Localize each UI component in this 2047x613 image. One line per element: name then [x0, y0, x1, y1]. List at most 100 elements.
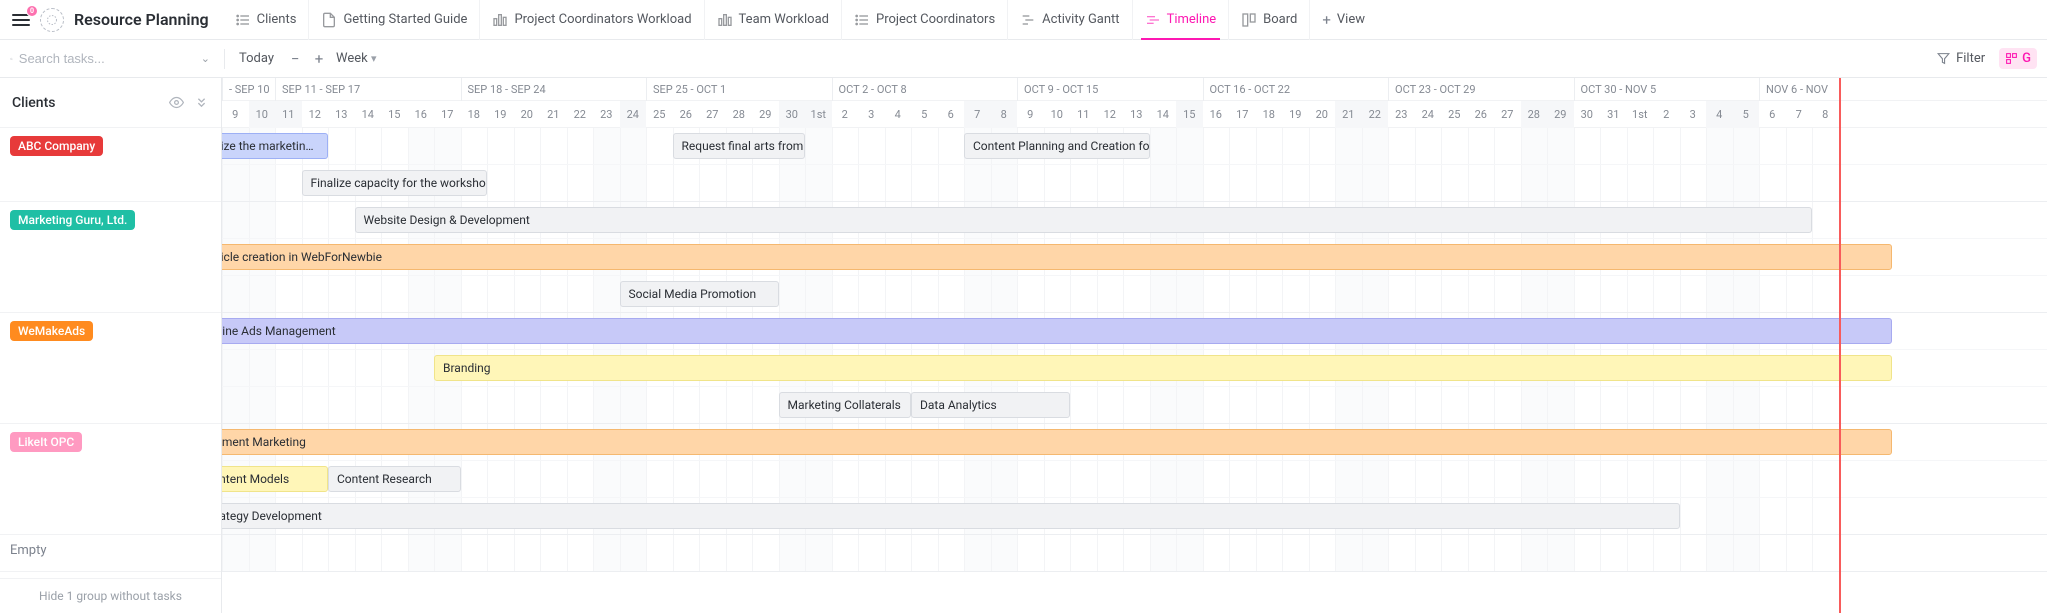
gantt-bar[interactable]: Moment Marketing	[222, 429, 1892, 455]
day-label[interactable]: 7	[1786, 101, 1813, 128]
add-view-button[interactable]: +View	[1309, 0, 1377, 40]
gantt-bar[interactable]: Data Analytics	[911, 392, 1070, 418]
zoom-out-button[interactable]: −	[288, 50, 302, 68]
day-label[interactable]: 28	[1521, 101, 1548, 128]
day-label[interactable]: 27	[1494, 101, 1521, 128]
day-label[interactable]: 23	[1388, 101, 1415, 128]
search-wrap[interactable]: ⌄	[10, 51, 210, 66]
day-label[interactable]: 27	[699, 101, 726, 128]
day-label[interactable]: 9	[222, 101, 249, 128]
sidebar-group[interactable]: WeMakeAds	[0, 313, 221, 424]
day-label[interactable]: 8	[1812, 101, 1839, 128]
tab-timeline[interactable]: Timeline	[1132, 0, 1229, 40]
day-label[interactable]: 6	[938, 101, 965, 128]
day-label[interactable]: 2	[1653, 101, 1680, 128]
tab-project-coordinators-workload[interactable]: Project Coordinators Workload	[479, 0, 703, 40]
day-label[interactable]: 21	[540, 101, 567, 128]
gantt-bar[interactable]: Content Models	[222, 466, 328, 492]
day-label[interactable]: 18	[461, 101, 488, 128]
day-label[interactable]: 11	[275, 101, 302, 128]
gantt-area[interactable]: - SEP 10SEP 11 - SEP 17SEP 18 - SEP 24SE…	[222, 78, 2047, 613]
group-button[interactable]: G	[1999, 48, 2037, 69]
gantt-bar[interactable]: Online Ads Management	[222, 318, 1892, 344]
day-label[interactable]: 25	[646, 101, 673, 128]
gantt-bar[interactable]: Marketing Collaterals	[779, 392, 912, 418]
day-label[interactable]: 19	[1282, 101, 1309, 128]
tab-project-coordinators[interactable]: Project Coordinators	[841, 0, 1007, 40]
day-label[interactable]: 6	[1759, 101, 1786, 128]
gantt-bar[interactable]: nalize the marketin…	[222, 133, 328, 159]
day-label[interactable]: 19	[487, 101, 514, 128]
day-label[interactable]: 24	[1415, 101, 1442, 128]
tab-team-workload[interactable]: Team Workload	[704, 0, 841, 40]
day-label[interactable]: 12	[1097, 101, 1124, 128]
day-label[interactable]: 9	[1017, 101, 1044, 128]
day-label[interactable]: 12	[302, 101, 329, 128]
day-label[interactable]: 15	[1176, 101, 1203, 128]
day-label[interactable]: 26	[1468, 101, 1495, 128]
day-label[interactable]: 3	[858, 101, 885, 128]
day-label[interactable]: 24	[620, 101, 647, 128]
day-label[interactable]: 30	[779, 101, 806, 128]
sidebar-footer-hint[interactable]: Hide 1 group without tasks	[0, 578, 221, 613]
day-label[interactable]: 17	[434, 101, 461, 128]
gantt-bar[interactable]: Request final arts from…	[673, 133, 806, 159]
day-label[interactable]: 5	[911, 101, 938, 128]
day-label[interactable]: 11	[1070, 101, 1097, 128]
menu-button[interactable]: 0	[8, 7, 34, 33]
day-label[interactable]: 1st	[805, 101, 832, 128]
day-label[interactable]: 22	[567, 101, 594, 128]
day-label[interactable]: 28	[726, 101, 753, 128]
gantt-bar[interactable]: Content Research	[328, 466, 461, 492]
filter-button[interactable]: Filter	[1937, 51, 1985, 66]
gantt-bar[interactable]: Strategy Development	[222, 503, 1680, 529]
day-label[interactable]: 2	[832, 101, 859, 128]
tab-getting-started-guide[interactable]: Getting Started Guide	[308, 0, 479, 40]
day-label[interactable]: 15	[381, 101, 408, 128]
zoom-in-button[interactable]: +	[312, 50, 326, 68]
day-label[interactable]: 29	[1547, 101, 1574, 128]
sidebar-group[interactable]: Empty	[0, 535, 221, 572]
day-label[interactable]: 23	[593, 101, 620, 128]
day-label[interactable]: 5	[1733, 101, 1760, 128]
visibility-icon[interactable]	[169, 95, 184, 110]
tab-clients[interactable]: Clients	[223, 0, 309, 40]
day-label[interactable]: 22	[1362, 101, 1389, 128]
space-avatar-placeholder[interactable]	[40, 8, 64, 32]
day-label[interactable]: 31	[1600, 101, 1627, 128]
day-label[interactable]: 4	[1706, 101, 1733, 128]
day-label[interactable]: 16	[1203, 101, 1230, 128]
search-input[interactable]	[19, 51, 195, 66]
day-label[interactable]: 8	[991, 101, 1018, 128]
day-label[interactable]: 17	[1229, 101, 1256, 128]
day-label[interactable]: 4	[885, 101, 912, 128]
gantt-bar[interactable]: Website Design & Development	[355, 207, 1813, 233]
zoom-level-label[interactable]: Week ▾	[336, 51, 376, 66]
day-label[interactable]: 10	[1044, 101, 1071, 128]
today-button[interactable]: Today	[239, 51, 274, 66]
tab-activity-gantt[interactable]: Activity Gantt	[1007, 0, 1131, 40]
day-label[interactable]: 21	[1335, 101, 1362, 128]
day-label[interactable]: 10	[249, 101, 276, 128]
gantt-bar[interactable]: Article creation in WebForNewbie	[222, 244, 1892, 270]
day-label[interactable]: 30	[1574, 101, 1601, 128]
day-label[interactable]: 14	[1150, 101, 1177, 128]
day-label[interactable]: 16	[408, 101, 435, 128]
tab-board[interactable]: Board	[1228, 0, 1309, 40]
gantt-bar[interactable]: Finalize capacity for the workshop	[302, 170, 488, 196]
day-label[interactable]: 13	[328, 101, 355, 128]
sidebar-group[interactable]: Marketing Guru, Ltd.	[0, 202, 221, 313]
day-label[interactable]: 20	[514, 101, 541, 128]
gantt-bar[interactable]: Social Media Promotion	[620, 281, 779, 307]
sidebar-group[interactable]: ABC Company	[0, 128, 221, 202]
chevron-down-icon[interactable]: ⌄	[201, 52, 210, 65]
day-label[interactable]: 20	[1309, 101, 1336, 128]
day-label[interactable]: 3	[1680, 101, 1707, 128]
day-label[interactable]: 18	[1256, 101, 1283, 128]
day-label[interactable]: 1st	[1627, 101, 1654, 128]
expand-collapse-icon[interactable]	[194, 95, 209, 110]
day-label[interactable]: 26	[673, 101, 700, 128]
day-label[interactable]: 14	[355, 101, 382, 128]
sidebar-group[interactable]: LikeIt OPC	[0, 424, 221, 535]
day-label[interactable]: 13	[1123, 101, 1150, 128]
